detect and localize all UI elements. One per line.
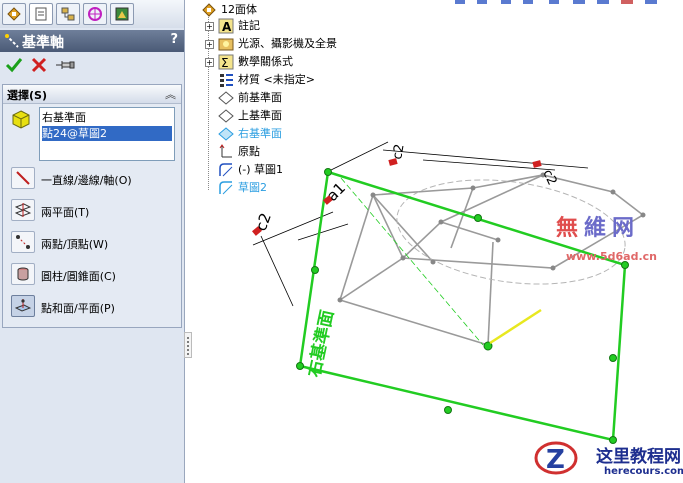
property-manager-title-bar: 基準軸 ? [0,30,184,52]
selection-item[interactable]: 右基準面 [42,110,172,125]
help-button[interactable]: ? [170,32,178,47]
svg-text:A: A [222,20,232,34]
tree-item-label: 數學關係式 [238,55,293,68]
selection-cube-icon [12,110,30,129]
point-and-plane-icon[interactable] [11,295,35,317]
selection-list[interactable]: 右基準面 點24@草圖2 [39,107,175,161]
expand-plus-icon[interactable]: + [205,22,214,31]
option-point-and-plane[interactable]: 點和面/平面(P) [11,295,181,319]
dimxpert-manager-icon [88,7,102,21]
sketch-icon [219,163,233,177]
tree-item-label: 上基準面 [238,109,282,122]
property-manager-icon [35,7,47,21]
tree-item-label: 前基準面 [238,91,282,104]
tree-item-label: 光源、攝影機及全景 [238,37,337,50]
configuration-manager-icon [61,7,75,21]
two-planes-icon[interactable] [11,199,35,221]
expand-plus-icon[interactable]: + [205,58,214,67]
selection-item-selected[interactable]: 點24@草圖2 [42,126,172,141]
display-manager-icon [115,7,129,21]
watermark-site-url: www.5d6ad.cn [566,250,657,263]
tree-item-label: 註記 [238,19,260,32]
option-label: 一直線/邊線/軸(O) [41,174,132,187]
plane-icon [218,109,234,123]
selection-group-header[interactable]: 選擇(S) ︽ [3,85,181,104]
option-line-edge-axis[interactable]: 一直線/邊線/軸(O) [11,167,181,191]
ok-check-icon[interactable] [5,56,23,74]
brand-logo: Z [534,441,578,475]
option-label: 點和面/平面(P) [41,302,115,315]
svg-text:Z: Z [546,445,565,475]
selection-group-title: 選擇(S) [7,89,47,102]
option-label: 圓柱/圓錐面(C) [41,270,116,283]
collapse-chevron-icon[interactable]: ︽ [165,86,176,102]
pushpin-icon[interactable] [54,56,76,74]
dimension-label-c2: c2 [390,143,407,161]
heads-up-toolbar[interactable] [455,0,657,4]
annotations-icon: A [218,18,234,34]
watermark-char: 無 [556,216,585,241]
part-icon [202,3,216,17]
tree-item-label: 材質 <未指定> [238,73,315,86]
configuration-manager-tab[interactable] [56,3,80,25]
selection-group: 選擇(S) ︽ 右基準面 點24@草圖2 一直線/邊線/軸(O) 兩平面(T) … [2,84,182,328]
sketch-icon-active [219,181,233,195]
manager-tabs [0,0,184,28]
option-label: 兩點/頂點(W) [41,238,109,251]
panel-splitter-handle[interactable] [184,332,192,358]
option-cylinder-cone[interactable]: 圓柱/圓錐面(C) [11,263,181,287]
tree-item-label: 右基準面 [238,127,282,140]
origin-icon [219,144,232,158]
display-manager-tab[interactable] [110,3,134,25]
cylinder-cone-icon[interactable] [11,263,35,285]
equations-icon: Σ [218,54,234,70]
material-icon [220,74,233,87]
axis-preview [489,308,542,345]
plane-label: 右基準面 [303,308,338,379]
splitter-grip-icon [187,337,189,355]
feature-manager-icon [7,7,21,21]
watermark-logo: 無維网 [556,210,640,242]
property-manager-title: 基準軸 [22,35,64,51]
option-label: 兩平面(T) [41,206,90,219]
tree-item-label: 原點 [238,145,260,158]
svg-text:Σ: Σ [221,56,229,70]
watermark-char: 維 [584,216,613,241]
reference-axis-icon [5,34,19,48]
dimension-label-c2: c2 [539,167,559,187]
tree-connector-line [208,12,210,190]
property-manager-tab[interactable] [29,3,53,25]
two-points-icon[interactable] [11,231,35,253]
option-two-planes[interactable]: 兩平面(T) [11,199,181,223]
lights-cameras-icon [218,38,234,51]
watermark-brand-url: herecours.com [604,466,683,477]
tree-item-label: (-) 草圖1 [238,163,284,176]
option-two-points[interactable]: 兩點/頂點(W) [11,231,181,255]
line-edge-axis-icon[interactable] [11,167,35,189]
tree-item-label: 草圖2 [238,181,267,194]
dimxpert-manager-tab[interactable] [83,3,107,25]
feature-manager-tab[interactable] [2,3,26,25]
watermark-brand-name: 这里教程网 [596,447,681,467]
watermark-char: 网 [612,216,641,241]
plane-icon [218,91,234,105]
plane-icon-selected [218,127,234,141]
expand-plus-icon[interactable]: + [205,40,214,49]
cancel-x-icon[interactable] [30,56,48,74]
property-manager: 基準軸 ? 選擇(S) ︽ 右基準面 點24@草圖2 一直線/邊線/軸(O) 兩… [0,0,185,483]
tree-root-label: 12面体 [221,3,257,16]
